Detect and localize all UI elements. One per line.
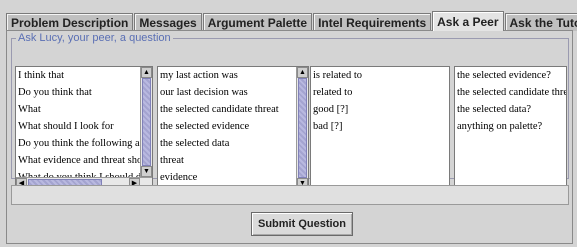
sentence-starter-items: I think that Do you think that What What… xyxy=(16,67,140,186)
list-item[interactable]: good [?] xyxy=(311,101,449,118)
list-item[interactable]: our last decision was xyxy=(158,84,296,101)
list-item[interactable]: the selected data xyxy=(158,135,296,152)
list-item[interactable]: What evidence and threat shov xyxy=(16,152,140,169)
list-item[interactable]: related to xyxy=(311,84,449,101)
list-item[interactable]: bad [?] xyxy=(311,118,449,135)
tab-argument-palette[interactable]: Argument Palette xyxy=(202,13,313,31)
list-item[interactable]: the selected candidate threat? xyxy=(455,84,566,101)
scroll-up-arrow-icon[interactable]: ▲ xyxy=(141,67,152,78)
scroll-up-arrow-icon[interactable]: ▲ xyxy=(297,67,308,78)
list-item[interactable]: the selected evidence? xyxy=(455,67,566,84)
vertical-scrollbar[interactable]: ▲ ▼ xyxy=(140,67,152,177)
tab-label: Intel Requirements xyxy=(318,15,427,30)
tab-bar: Problem Description Messages Argument Pa… xyxy=(6,11,577,31)
object-list[interactable]: the selected evidence? the selected cand… xyxy=(454,66,567,190)
ask-peer-group: Ask Lucy, your peer, a question I think … xyxy=(11,32,569,190)
group-title: Ask Lucy, your peer, a question xyxy=(18,32,171,44)
list-item[interactable]: anything on palette? xyxy=(455,118,566,135)
relation-list[interactable]: is related to related to good [?] bad [?… xyxy=(310,66,450,190)
object-items: the selected evidence? the selected cand… xyxy=(455,67,566,135)
tab-ask-the-tutor[interactable]: Ask the Tutor xyxy=(504,13,577,31)
subject-list[interactable]: my last action was our last decision was… xyxy=(157,66,309,190)
list-item[interactable]: Do you think that xyxy=(16,84,140,101)
list-item[interactable]: the selected data? xyxy=(455,101,566,118)
tab-label: Ask the Tutor xyxy=(509,15,577,30)
list-item[interactable]: What xyxy=(16,101,140,118)
composed-question-field[interactable] xyxy=(11,185,569,205)
scroll-thumb[interactable] xyxy=(142,78,151,166)
tab-messages[interactable]: Messages xyxy=(134,13,202,31)
list-item[interactable]: evidence xyxy=(158,169,296,186)
tab-ask-a-peer[interactable]: Ask a Peer xyxy=(432,11,504,31)
relation-items: is related to related to good [?] bad [?… xyxy=(311,67,449,135)
scroll-down-arrow-icon[interactable]: ▼ xyxy=(141,166,152,177)
tab-intel-requirements[interactable]: Intel Requirements xyxy=(313,13,432,31)
ask-a-peer-panel: Ask Lucy, your peer, a question I think … xyxy=(6,30,573,244)
tab-label: Problem Description xyxy=(11,15,129,30)
sentence-starter-list[interactable]: I think that Do you think that What What… xyxy=(15,66,153,190)
list-item[interactable]: Do you think the following act xyxy=(16,135,140,152)
vertical-scrollbar[interactable]: ▲ ▼ xyxy=(296,67,308,189)
list-item[interactable]: the selected candidate threat xyxy=(158,101,296,118)
tab-problem-description[interactable]: Problem Description xyxy=(6,13,134,31)
list-item[interactable]: the selected evidence xyxy=(158,118,296,135)
tab-label: Messages xyxy=(139,15,197,30)
submit-question-button[interactable]: Submit Question xyxy=(251,212,353,236)
list-item[interactable]: I think that xyxy=(16,67,140,84)
subject-items: my last action was our last decision was… xyxy=(158,67,296,189)
scroll-thumb[interactable] xyxy=(298,78,307,178)
list-item[interactable]: What should I look for xyxy=(16,118,140,135)
tab-label: Ask a Peer xyxy=(437,14,499,29)
list-item[interactable]: is related to xyxy=(311,67,449,84)
list-item[interactable]: threat xyxy=(158,152,296,169)
list-item[interactable]: my last action was xyxy=(158,67,296,84)
tab-label: Argument Palette xyxy=(207,15,308,30)
